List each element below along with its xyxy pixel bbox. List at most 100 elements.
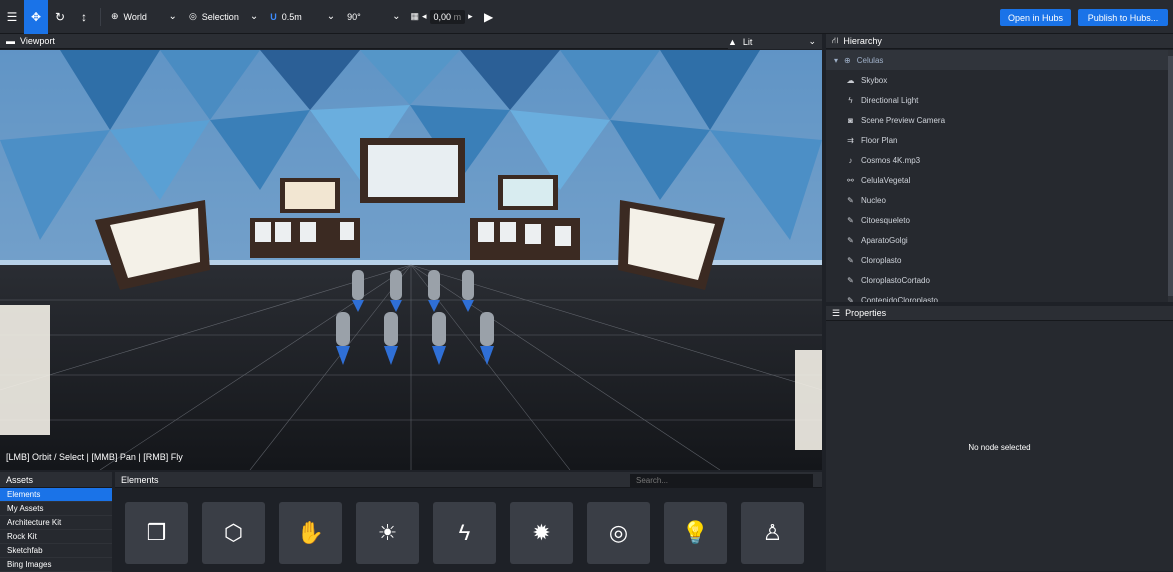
chevron-down-icon: ⌄ [168,11,177,22]
node-icon: ✎ [847,235,854,245]
hierarchy-title: Hierarchy [843,36,882,46]
hierarchy-item[interactable]: ☁ Skybox [826,70,1173,90]
scale-icon: ↕ [81,9,87,24]
assets-sidebar: Elements My Assets Architecture Kit Rock Ki… [0,488,112,572]
hierarchy-item[interactable]: ♪ Cosmos 4K.mp3 [826,150,1173,170]
scale-tool-button[interactable]: ↕ [72,0,96,34]
node-icon: ✎ [847,275,854,285]
caret-down-icon[interactable]: ▾ [834,56,838,65]
hierarchy-item[interactable]: ϟ Directional Light [826,90,1173,110]
hierarchy-item-label: Cloroplasto [861,255,902,265]
globe-icon: ⊕ [111,11,119,21]
menu-icon: ☰ [6,9,18,24]
render-mode-value: Lit [742,36,753,47]
snap-translate-value: 0.5m [281,11,302,22]
increment-icon[interactable]: ▸ [468,11,473,22]
element-tile[interactable]: ❒ [125,502,188,564]
open-in-hubs-button[interactable]: Open in Hubs [1000,9,1071,26]
pivot-select[interactable]: ◎ Selection ⌄ [183,0,264,34]
boxes-icon: ❒ [146,520,167,545]
hierarchy-root[interactable]: ▾ ⊕ Celulas [826,50,1173,70]
hierarchy-item[interactable]: ✎ AparatoGolgi [826,230,1173,250]
hierarchy-item[interactable]: ◙ Scene Preview Camera [826,110,1173,130]
hierarchy-item-label: CelulaVegetal [861,175,911,185]
chevron-down-icon: ⌄ [808,36,816,46]
assets-item[interactable]: Rock Kit [0,530,112,544]
snap-rotate-value: 90° [347,11,361,22]
pivot-icon: ◎ [188,11,197,21]
grid-height-unit: m [453,11,462,22]
play-button[interactable]: ▶ [477,0,501,34]
properties-panel: No node selected [826,321,1173,571]
hierarchy-item[interactable]: ⚯ CelulaVegetal [826,170,1173,190]
rotate-tool-button[interactable]: ↻ [48,0,72,34]
transform-space-value: World [123,11,147,22]
hierarchy-root-label: Celulas [856,55,884,65]
snap-rotate-select[interactable]: 90° ⌄ [341,0,406,34]
hierarchy-scrollbar[interactable] [1168,50,1173,302]
publish-to-hubs-button[interactable]: Publish to Hubs... [1078,9,1168,26]
grid-height-field[interactable]: 0,00 m [429,9,466,24]
bolt-icon: ϟ [458,520,471,545]
snap-translate-select[interactable]: U 0.5m ⌄ [264,0,341,34]
element-tile[interactable]: ✋ [279,502,342,564]
rotate-icon: ↻ [54,9,66,24]
burst-icon: ✹ [532,520,551,545]
hierarchy-item[interactable]: ✎ Nucleo [826,190,1173,210]
grid-height-value: 0,00 [433,11,452,22]
element-tile[interactable]: ◎ [587,502,650,564]
assets-item[interactable]: Architecture Kit [0,516,112,530]
assets-item[interactable]: Bing Images [0,558,112,572]
hierarchy-icon: ⛙ [832,35,839,45]
hierarchy-item[interactable]: ✎ CloroplastoCortado [826,270,1173,290]
hierarchy-item[interactable]: ✎ Citoesqueleto [826,210,1173,230]
node-icon: ⚯ [847,175,854,185]
spawn-icon: ♙ [762,520,783,545]
viewport-header: ▬ Viewport [0,34,728,49]
node-icon: ✎ [847,215,854,225]
sun-icon: ☀ [377,520,398,545]
transform-space-select[interactable]: ⊕ World ⌄ [105,0,183,34]
menu-button[interactable]: ☰ [0,0,24,34]
toolbar-divider [100,7,101,26]
move-tool-button[interactable]: ✥ [24,0,48,34]
hierarchy-item-label: ContenidoCloroplasto [861,295,938,303]
bulb-icon: 💡 [681,520,710,545]
assets-title: Assets [6,474,34,485]
node-icon: ✎ [847,195,854,205]
hand-icon: ✋ [296,520,325,545]
assets-item[interactable]: Elements [0,488,112,502]
hierarchy-item[interactable]: ✎ Cloroplasto [826,250,1173,270]
target-icon: ◎ [608,520,629,545]
properties-header: ☰ Properties [826,306,1173,321]
pivot-value: Selection [201,11,239,22]
viewport-title: Viewport [20,36,55,46]
render-mode-select[interactable]: ▲ Lit ⌄ [728,34,822,49]
hierarchy-item-label: Directional Light [861,95,919,105]
element-tile[interactable]: ✹ [510,502,573,564]
scrollbar-thumb[interactable] [1168,56,1173,296]
node-icon: ◙ [848,115,853,125]
assets-item[interactable]: My Assets [0,502,112,516]
decrement-icon[interactable]: ◂ [422,11,427,22]
hierarchy-item[interactable]: ⇉ Floor Plan [826,130,1173,150]
element-tile[interactable]: 💡 [664,502,727,564]
hierarchy-item-label: Cosmos 4K.mp3 [861,155,921,165]
elements-search-input[interactable]: Search... [630,474,813,487]
node-icon: ✎ [847,255,854,265]
viewport-canvas[interactable]: [LMB] Orbit / Select | [MMB] Pan | [RMB]… [0,50,822,470]
properties-title: Properties [845,308,887,318]
hierarchy-item-label: Scene Preview Camera [861,115,946,125]
grid-height-stepper[interactable]: ▦ ◂ 0,00 m ▸ [407,9,477,24]
hierarchy-item-label: AparatoGolgi [861,235,908,245]
hierarchy-item-label: Citoesqueleto [861,215,910,225]
element-tile[interactable]: ϟ [433,502,496,564]
top-toolbar: ☰ ✥ ↻ ↕ ⊕ World ⌄ ◎ Selection ⌄ U 0.5m ⌄… [0,0,1173,34]
element-tile[interactable]: ♙ [741,502,804,564]
chevron-down-icon: ⌄ [326,11,336,22]
assets-item[interactable]: Sketchfab [0,544,112,558]
hierarchy-header: ⛙ Hierarchy [826,34,1173,49]
element-tile[interactable]: ☀ [356,502,419,564]
hierarchy-item[interactable]: ✎ ContenidoCloroplasto [826,290,1173,303]
element-tile[interactable]: ⬡ [202,502,265,564]
